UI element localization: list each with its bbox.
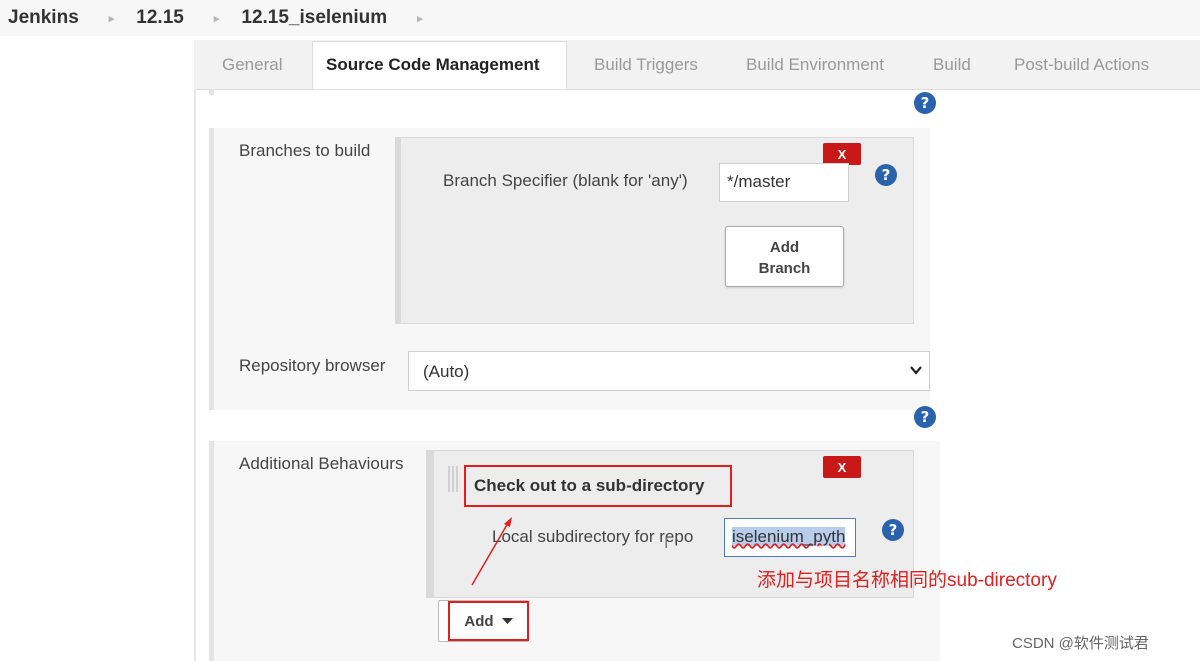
chevron-down-icon	[910, 366, 922, 375]
branch-specifier-label: Branch Specifier (blank for 'any')	[443, 171, 688, 190]
breadcrumb-item-jenkins[interactable]: Jenkins	[8, 7, 79, 29]
annotation-arrow-icon	[471, 517, 512, 586]
behaviour-title: Check out to a sub-directory	[474, 476, 705, 495]
delete-behaviour-button[interactable]: X	[823, 456, 861, 478]
repository-browser-select[interactable]: (Auto)	[408, 351, 930, 391]
breadcrumb-separator-icon: ▸	[213, 12, 220, 25]
add-branch-label: Add	[769, 239, 800, 256]
help-icon[interactable]: ?	[914, 92, 936, 114]
drag-handle[interactable]	[426, 450, 434, 598]
add-branch-button[interactable]: Add Branch	[725, 226, 844, 287]
tab-post-build-actions[interactable]: Post-build Actions	[1014, 40, 1149, 89]
add-branch-label: Branch	[758, 260, 811, 277]
help-icon[interactable]: ?	[875, 164, 897, 186]
local-subdirectory-input[interactable]: iselenium_pyth	[724, 518, 856, 557]
section-bar	[209, 128, 214, 410]
config-tabs: General Source Code Management Build Tri…	[194, 40, 1200, 90]
drag-handle[interactable]	[395, 137, 401, 324]
breadcrumb-item-folder[interactable]: 12.15	[136, 7, 184, 29]
local-subdirectory-value: iselenium_pyth	[732, 527, 846, 546]
tab-source-code-management[interactable]: Source Code Management	[312, 41, 567, 89]
section-bar	[209, 441, 214, 661]
grip-icon[interactable]	[448, 466, 460, 492]
branches-label: Branches to build	[239, 141, 371, 160]
tab-build-environment[interactable]: Build Environment	[746, 40, 884, 89]
watermark: CSDN @软件测试君	[1012, 635, 1149, 652]
section-divider	[209, 89, 214, 95]
breadcrumb-separator-icon: ▸	[417, 12, 423, 25]
breadcrumb-separator-icon: ▸	[108, 12, 115, 25]
repository-browser-value: (Auto)	[423, 362, 470, 381]
cursor-icon: I	[664, 535, 669, 552]
branch-specifier-input[interactable]: */master	[719, 163, 849, 202]
repository-browser-label: Repository browser	[239, 356, 386, 375]
tab-build[interactable]: Build	[933, 40, 971, 89]
add-behaviour-button[interactable]: Add	[448, 601, 529, 641]
additional-behaviours-label: Additional Behaviours	[239, 454, 404, 473]
help-icon[interactable]: ?	[882, 519, 904, 541]
tab-build-triggers[interactable]: Build Triggers	[594, 40, 698, 89]
content-border	[194, 89, 196, 661]
add-behaviour-label: Add	[464, 612, 494, 630]
tab-general[interactable]: General	[222, 40, 282, 89]
caret-down-icon	[501, 617, 513, 624]
breadcrumb-item-job[interactable]: 12.15_iselenium	[241, 7, 387, 29]
help-icon[interactable]: ?	[914, 406, 936, 428]
breadcrumb: Jenkins ▸ 12.15 ▸ 12.15_iselenium ▸	[0, 0, 1200, 36]
annotation-text: 添加与项目名称相同的sub-directory	[757, 570, 1057, 591]
delete-branch-button[interactable]: X	[823, 143, 861, 165]
